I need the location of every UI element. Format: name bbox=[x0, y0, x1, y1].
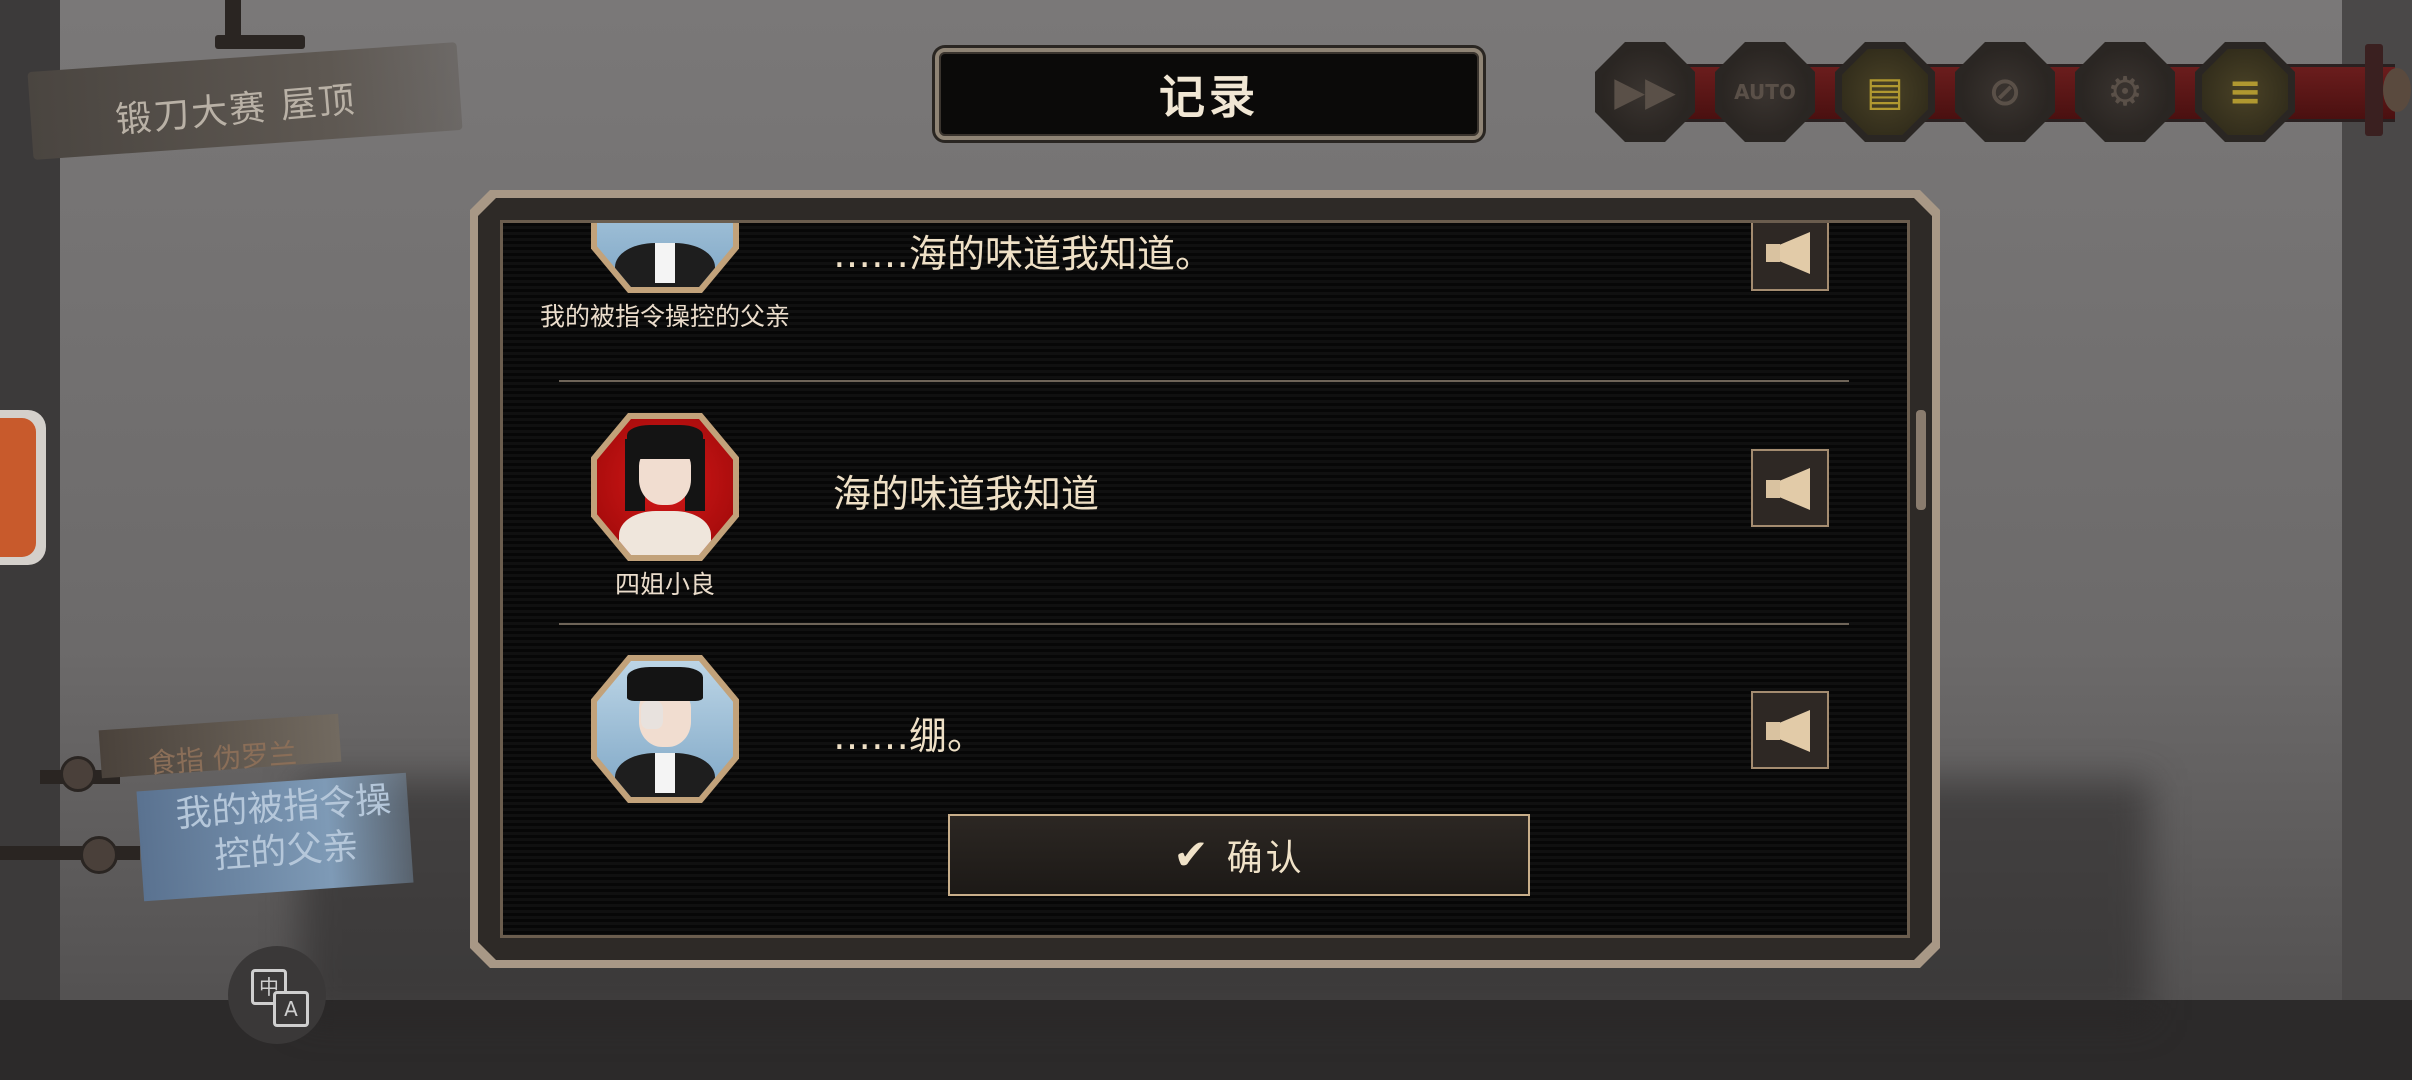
toolbar-rail-knob bbox=[2383, 68, 2411, 112]
menu-button[interactable]: ≡ bbox=[2195, 42, 2295, 142]
log-button[interactable]: ▤ bbox=[1835, 42, 1935, 142]
log-list[interactable]: 我的被指令操控的父亲 ……海的味道我知道。 四姐小良 海的味道我知道 ……绷。 … bbox=[500, 220, 1910, 938]
menu-icon: ≡ bbox=[2202, 49, 2288, 135]
confirm-label: 确认 bbox=[1226, 838, 1305, 879]
auto-icon: AUTO bbox=[1722, 49, 1808, 135]
speaker-icon bbox=[1766, 710, 1814, 752]
fast-forward-icon: ▶▶ bbox=[1602, 49, 1688, 135]
avatar-portrait bbox=[597, 419, 733, 555]
speaker-name: 我的被指令操控的父亲 bbox=[539, 302, 790, 331]
nameplate-ring bbox=[60, 756, 96, 792]
dialog-title: 记录 bbox=[1159, 70, 1259, 124]
avatar-portrait bbox=[597, 661, 733, 797]
log-icon: ▤ bbox=[1842, 49, 1928, 135]
translate-icon: 中 A bbox=[249, 967, 309, 1027]
settings-button[interactable]: ⚙ bbox=[2075, 42, 2175, 142]
speaker-name: 四姐小良 bbox=[614, 570, 715, 599]
avatar bbox=[591, 655, 739, 803]
toolbar-rail-end bbox=[2365, 44, 2383, 136]
location-sign: 锻刀大赛 屋顶 bbox=[27, 0, 463, 160]
side-tab-badge bbox=[0, 418, 36, 557]
log-scrollbar[interactable] bbox=[1916, 410, 1926, 510]
avatar-portrait-bandage bbox=[641, 701, 663, 729]
voice-replay-button[interactable] bbox=[1751, 691, 1829, 769]
nameplate-post bbox=[0, 846, 140, 860]
nameplate-lower-label: 我的被指令操控的父亲 bbox=[174, 779, 393, 877]
nameplate-ring bbox=[80, 836, 118, 874]
line-text: ……海的味道我知道。 bbox=[833, 232, 1214, 276]
avatar-portrait-collar bbox=[655, 753, 675, 793]
top-toolbar: ▶▶ AUTO ▤ ⊘ ⚙ ≡ bbox=[1595, 38, 2412, 148]
gear-icon: ⚙ bbox=[2082, 49, 2168, 135]
fast-forward-button[interactable]: ▶▶ bbox=[1595, 42, 1695, 142]
log-dialog: 我的被指令操控的父亲 ……海的味道我知道。 四姐小良 海的味道我知道 ……绷。 … bbox=[470, 190, 1940, 968]
line-text: 海的味道我知道 bbox=[833, 472, 1100, 516]
avatar-portrait-collar bbox=[655, 243, 675, 283]
background-wall-right bbox=[2342, 0, 2412, 1080]
side-tab[interactable] bbox=[0, 410, 46, 565]
speaker-icon bbox=[1766, 468, 1814, 510]
avatar bbox=[591, 223, 739, 293]
auto-button[interactable]: AUTO bbox=[1715, 42, 1815, 142]
sign-bar bbox=[215, 35, 305, 49]
translate-icon-en: A bbox=[273, 991, 309, 1027]
speaker-icon bbox=[1766, 232, 1814, 274]
translate-button[interactable]: 中 A bbox=[228, 946, 326, 1044]
avatar-portrait-hair bbox=[627, 667, 703, 701]
voice-replay-button[interactable] bbox=[1751, 223, 1829, 291]
avatar-portrait bbox=[597, 223, 733, 287]
skip-button[interactable]: ⊘ bbox=[1955, 42, 2055, 142]
confirm-button[interactable]: ✔ 确认 bbox=[948, 814, 1530, 896]
title-plate: 记录 bbox=[935, 48, 1483, 140]
check-icon: ✔ bbox=[1173, 830, 1209, 879]
log-entry: 四姐小良 海的味道我知道 bbox=[503, 383, 1907, 621]
line-text: ……绷。 bbox=[833, 714, 986, 758]
voice-replay-button[interactable] bbox=[1751, 449, 1829, 527]
avatar bbox=[591, 413, 739, 561]
avatar-portrait-bangs bbox=[627, 425, 703, 459]
entry-divider bbox=[559, 380, 1849, 382]
skip-off-icon: ⊘ bbox=[1962, 49, 2048, 135]
avatar-portrait-body bbox=[619, 511, 711, 555]
sign-hook bbox=[225, 0, 241, 40]
